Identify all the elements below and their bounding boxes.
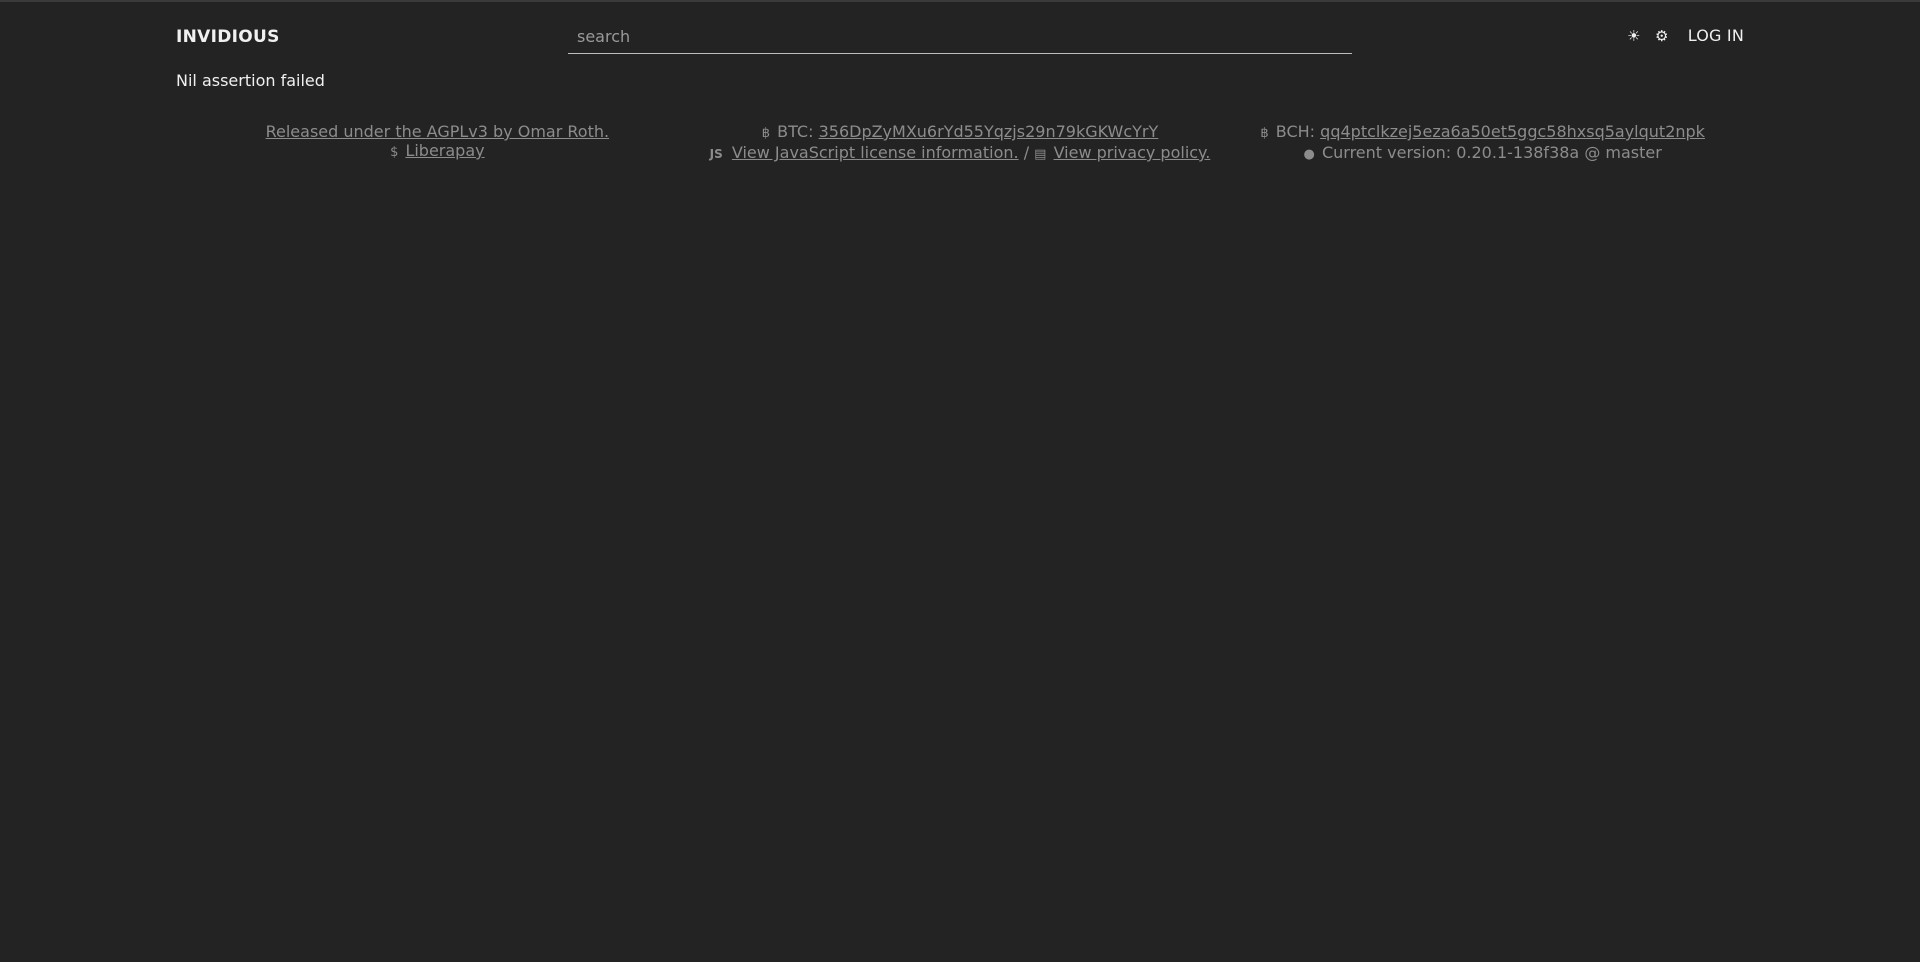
github-icon: ● xyxy=(1303,147,1315,162)
theme-toggle-icon[interactable]: ☀ xyxy=(1620,24,1648,48)
preferences-gear-icon[interactable]: ⚙ xyxy=(1648,24,1676,48)
footer-column-license: Released under the AGPLv3 by Omar Roth. … xyxy=(176,122,699,164)
version-text: Current version: 0.20.1-138f38a @ master xyxy=(1321,143,1662,162)
js-license-link[interactable]: View JavaScript license information. xyxy=(732,143,1019,162)
error-message: Nil assertion failed xyxy=(176,71,325,90)
bitcoin-icon: ฿ xyxy=(761,126,771,141)
bch-address-link[interactable]: qq4ptclkzej5eza6a50et5ggc58hxsq5aylqut2n… xyxy=(1320,122,1705,141)
page-container: INVIDIOUS ☀ ⚙ LOG IN Nil assertion faile… xyxy=(176,0,1744,162)
license-link[interactable]: Released under the AGPLv3 by Omar Roth. xyxy=(266,122,609,141)
privacy-policy-link[interactable]: View privacy policy. xyxy=(1054,143,1211,162)
bch-label: BCH: xyxy=(1275,122,1316,141)
footer-column-version: ฿ BCH: qq4ptclkzej5eza6a50et5ggc58hxsq5a… xyxy=(1221,122,1744,164)
navbar: INVIDIOUS ☀ ⚙ LOG IN xyxy=(176,0,1744,74)
document-icon: ▤ xyxy=(1034,147,1047,162)
btc-address-link[interactable]: 356DpZyMXu6rYd55Yqzjs29n79kGKWcYrY xyxy=(819,122,1159,141)
btc-label: BTC: xyxy=(777,122,814,141)
javascript-icon: JS xyxy=(709,147,723,161)
link-separator: / xyxy=(1023,143,1030,162)
bitcoin-cash-icon: ฿ xyxy=(1260,126,1269,141)
liberapay-link[interactable]: Liberapay xyxy=(405,141,484,160)
search-input[interactable] xyxy=(568,20,1352,54)
footer: Released under the AGPLv3 by Omar Roth. … xyxy=(176,122,1744,164)
dollar-icon: $ xyxy=(390,145,399,160)
footer-column-links: ฿ BTC: 356DpZyMXu6rYd55Yqzjs29n79kGKWcYr… xyxy=(699,122,1222,164)
brand-logo-link[interactable]: INVIDIOUS xyxy=(176,27,280,47)
login-link[interactable]: LOG IN xyxy=(1688,24,1744,48)
user-field: ☀ ⚙ LOG IN xyxy=(1620,24,1744,48)
